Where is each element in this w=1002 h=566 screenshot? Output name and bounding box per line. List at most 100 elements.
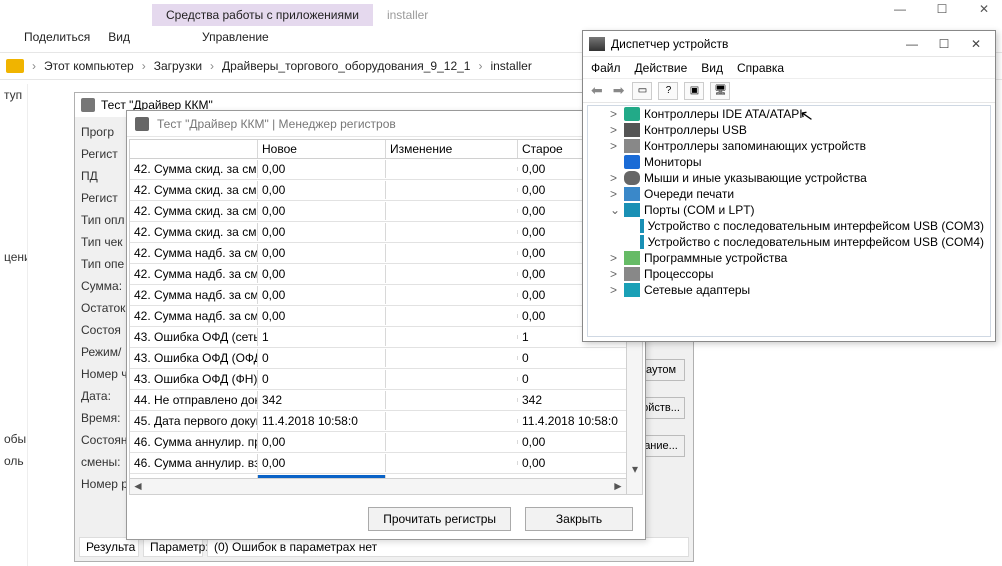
maximize-icon[interactable]: ☐ bbox=[928, 2, 956, 16]
devmgr-toolbar: ⬅ ➡ ▭ ? ▣ 🖥 bbox=[583, 79, 995, 103]
cell bbox=[386, 209, 518, 213]
table-row[interactable]: 43. Ошибка ОФД (сеть)11 bbox=[130, 327, 642, 348]
tree-toggle-icon[interactable]: > bbox=[610, 267, 620, 281]
crumb-1[interactable]: Загрузки bbox=[154, 59, 202, 73]
cell bbox=[386, 251, 518, 255]
devmgr-menubar: Файл Действие Вид Справка bbox=[583, 57, 995, 79]
table-row[interactable]: 45. Дата первого докуме11.4.2018 10:58:0… bbox=[130, 411, 642, 432]
cell bbox=[386, 335, 518, 339]
device-icon bbox=[624, 251, 640, 265]
col-new[interactable]: Новое bbox=[258, 140, 386, 158]
device-node[interactable]: Устройство с последовательным интерфейсо… bbox=[588, 234, 990, 250]
nav-item-1[interactable]: цени bbox=[0, 246, 27, 268]
device-node[interactable]: >Контроллеры USB bbox=[588, 122, 990, 138]
nav-item-3[interactable]: оль bbox=[0, 450, 27, 472]
crumb-2[interactable]: Драйверы_торгового_оборудования_9_12_1 bbox=[222, 59, 470, 73]
device-node[interactable]: >Мыши и иные указывающие устройства bbox=[588, 170, 990, 186]
tree-toggle-icon[interactable]: > bbox=[610, 107, 620, 121]
tree-toggle-icon[interactable]: > bbox=[610, 171, 620, 185]
tab-share[interactable]: Поделиться bbox=[24, 30, 90, 44]
scroll-left-icon[interactable]: ◄ bbox=[130, 479, 146, 495]
device-node[interactable]: >Процессоры bbox=[588, 266, 990, 282]
close-icon[interactable]: ✕ bbox=[963, 37, 989, 51]
table-row[interactable]: 42. Сумма надб. за смен0,000,00 bbox=[130, 264, 642, 285]
menu-view[interactable]: Вид bbox=[701, 61, 723, 75]
table-row[interactable]: 42. Сумма скид. за смен0,000,00 bbox=[130, 159, 642, 180]
table-row[interactable]: 43. Ошибка ОФД (ОФД00 bbox=[130, 348, 642, 369]
close-icon[interactable]: ✕ bbox=[970, 2, 998, 16]
back-icon[interactable]: ⬅ bbox=[589, 82, 605, 99]
maximize-icon[interactable]: ☐ bbox=[931, 37, 957, 51]
device-node[interactable]: Устройство с последовательным интерфейсо… bbox=[588, 218, 990, 234]
device-node[interactable]: > Контроллеры IDE ATA/ATAPI bbox=[588, 106, 990, 122]
table-row[interactable]: 42. Сумма надб. за смен0,000,00 bbox=[130, 243, 642, 264]
cell: 42. Сумма скид. за смен bbox=[130, 181, 258, 199]
table-row[interactable]: 43. Ошибка ОФД (ФН)00 bbox=[130, 369, 642, 390]
table-row[interactable]: 44. Не отправлено докум342342 bbox=[130, 390, 642, 411]
tree-toggle-icon[interactable]: > bbox=[610, 187, 620, 201]
tree-toggle-icon[interactable]: > bbox=[610, 123, 620, 137]
scroll-right-icon[interactable]: ► bbox=[610, 479, 626, 495]
help-icon[interactable]: ? bbox=[658, 82, 678, 100]
device-node[interactable]: > Сетевые адаптеры bbox=[588, 282, 990, 298]
device-node[interactable]: >Программные устройства bbox=[588, 250, 990, 266]
cell: 0,00 bbox=[258, 454, 386, 472]
table-row[interactable]: 42. Сумма надб. за смен0,000,00 bbox=[130, 285, 642, 306]
device-icon bbox=[624, 283, 640, 297]
device-icon bbox=[640, 235, 643, 249]
tree-toggle-icon[interactable]: > bbox=[610, 139, 620, 153]
cell: 0,00 bbox=[518, 433, 642, 451]
tab-view[interactable]: Вид bbox=[108, 30, 130, 44]
cell: 44. Не отправлено докум bbox=[130, 391, 258, 409]
device-icon bbox=[640, 219, 643, 233]
horizontal-scrollbar[interactable]: ◄ ► bbox=[130, 478, 642, 494]
crumb-3[interactable]: installer bbox=[490, 59, 531, 73]
read-registers-button[interactable]: Прочитать регистры bbox=[368, 507, 511, 531]
menu-help[interactable]: Справка bbox=[737, 61, 784, 75]
device-tree[interactable]: > Контроллеры IDE ATA/ATAPI>Контроллеры U… bbox=[587, 105, 991, 337]
cell: 0,00 bbox=[518, 454, 642, 472]
tree-toggle-icon[interactable]: ⌄ bbox=[610, 203, 620, 217]
param-label: Параметр: bbox=[143, 537, 203, 557]
col-name[interactable] bbox=[130, 140, 258, 158]
cell bbox=[386, 440, 518, 444]
table-row[interactable]: 42. Сумма скид. за смен0,000,00 bbox=[130, 180, 642, 201]
device-node[interactable]: ⌄Порты (COM и LPT) bbox=[588, 202, 990, 218]
register-titlebar[interactable]: Тест "Драйвер ККМ" | Менеджер регистров … bbox=[127, 111, 645, 137]
device-label: Сетевые адаптеры bbox=[644, 283, 750, 297]
table-row[interactable]: 46. Сумма аннулир. пр.0,000,00 bbox=[130, 432, 642, 453]
scan-hardware-icon[interactable]: 🖥 bbox=[710, 82, 730, 100]
devmgr-titlebar[interactable]: Диспетчер устройств — ☐ ✕ bbox=[583, 31, 995, 57]
menu-action[interactable]: Действие bbox=[635, 61, 688, 75]
device-node[interactable]: Мониторы bbox=[588, 154, 990, 170]
toolbar-btn-3[interactable]: ▣ bbox=[684, 82, 704, 100]
scroll-down-icon[interactable]: ▾ bbox=[627, 462, 643, 478]
ribbon-tab-app-tools[interactable]: Средства работы с приложениями bbox=[152, 4, 373, 26]
device-manager-window: Диспетчер устройств — ☐ ✕ Файл Действие … bbox=[582, 30, 996, 342]
nav-item-0[interactable]: туп bbox=[0, 84, 27, 106]
table-row[interactable]: 46. Сумма аннулир. вз.0,000,00 bbox=[130, 453, 642, 474]
table-row[interactable]: 42. Сумма скид. за смен0,000,00 bbox=[130, 201, 642, 222]
cell bbox=[386, 398, 518, 402]
cell: 0,00 bbox=[258, 160, 386, 178]
forward-icon[interactable]: ➡ bbox=[611, 82, 627, 99]
minimize-icon[interactable]: — bbox=[899, 37, 925, 51]
crumb-0[interactable]: Этот компьютер bbox=[44, 59, 134, 73]
menu-file[interactable]: Файл bbox=[591, 61, 621, 75]
minimize-icon[interactable]: — bbox=[886, 2, 914, 16]
table-row[interactable]: 42. Сумма скид. за смен0,000,00 bbox=[130, 222, 642, 243]
device-label: Контроллеры IDE ATA/ATAPI bbox=[644, 107, 803, 121]
toolbar-btn-1[interactable]: ▭ bbox=[632, 82, 652, 100]
device-node[interactable]: >Контроллеры запоминающих устройств bbox=[588, 138, 990, 154]
devmgr-icon bbox=[589, 37, 605, 51]
cell bbox=[386, 230, 518, 234]
nav-item-2[interactable]: обы bbox=[0, 428, 27, 450]
table-row[interactable]: 42. Сумма надб. за смен0,000,00 bbox=[130, 306, 642, 327]
tree-toggle-icon[interactable]: > bbox=[610, 283, 620, 297]
device-node[interactable]: >Очереди печати bbox=[588, 186, 990, 202]
close-button[interactable]: Закрыть bbox=[525, 507, 633, 531]
tree-toggle-icon[interactable]: > bbox=[610, 251, 620, 265]
tab-manage[interactable]: Управление bbox=[202, 30, 269, 44]
device-label: Мониторы bbox=[644, 155, 701, 169]
col-change[interactable]: Изменение bbox=[386, 140, 518, 158]
